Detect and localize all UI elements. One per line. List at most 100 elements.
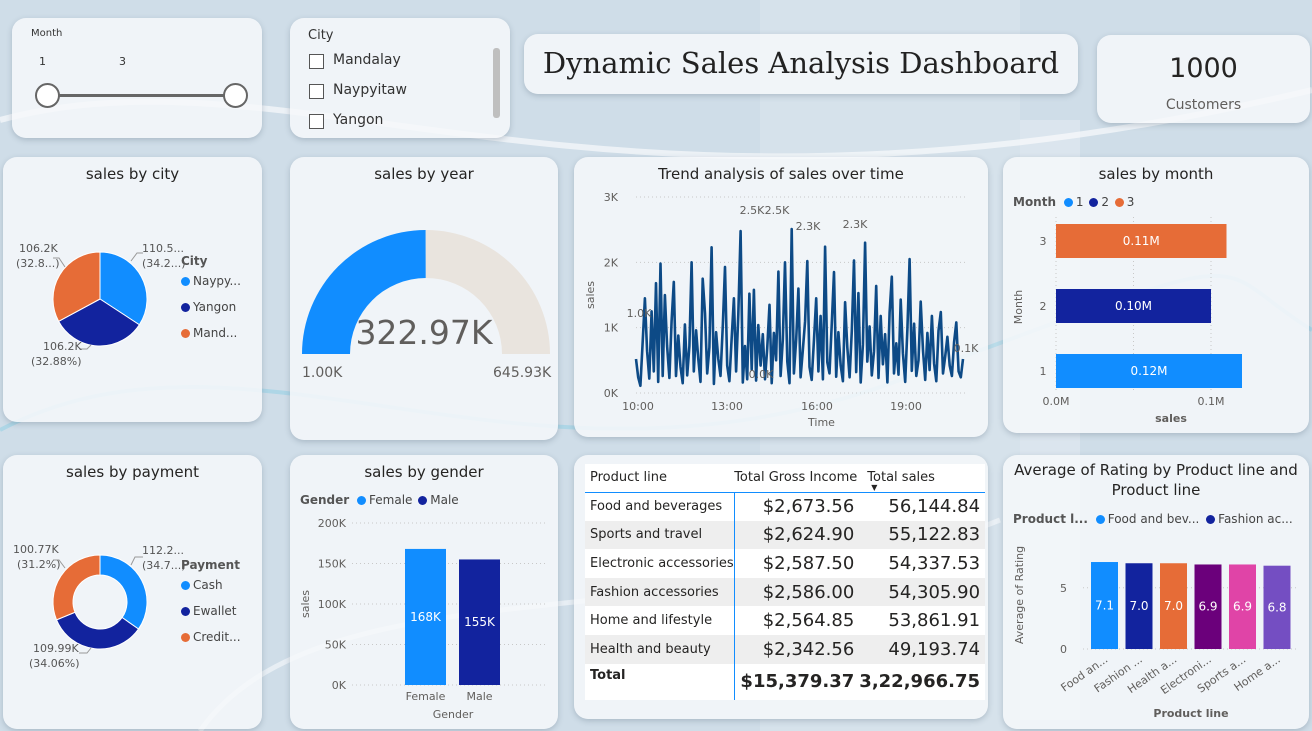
cell-gross-income: $2,673.56 [762, 496, 855, 518]
header-product-line[interactable]: Product line [585, 464, 734, 492]
payment-slice-value: 109.99K [33, 642, 79, 655]
legend-label: Cash [193, 578, 223, 592]
y-axis-title: sales [584, 281, 597, 309]
sales-by-gender-bar-chart[interactable]: 0K 50K 100K 150K 200K 168K Female 155K Male Gende… [290, 455, 558, 729]
y-tick-label: 50K [325, 639, 347, 652]
cell-total-sales: 55,122.83 [888, 524, 981, 546]
payment-legend-item-ewallet[interactable]: Ewallet [181, 598, 241, 624]
bar-data-label: 0.10M [1115, 299, 1152, 313]
city-legend-item-yangon[interactable]: Yangon [181, 294, 241, 320]
data-label: 1.0K [627, 307, 652, 320]
table-row[interactable]: Health and beauty $2,342.56 49,193.74 [585, 634, 986, 664]
city-legend: City Naypy... Yangon Mand... [181, 254, 241, 346]
checkbox-mandalay[interactable] [309, 54, 324, 69]
month-slicer: Month 1 3 [12, 18, 262, 138]
legend-label: Ewallet [193, 604, 237, 618]
x-tick-label: Female [406, 690, 446, 703]
city-legend-title: City [181, 254, 208, 268]
payment-slice-value: 112.2... [142, 544, 184, 557]
product-line-table-card: Product line Total Gross Income Total sa… [574, 455, 988, 719]
dashboard-title: Dynamic Sales Analysis Dashboard [542, 46, 1060, 80]
y-tick-label: 0K [604, 387, 619, 400]
sales-by-month-bar-chart[interactable]: 0.11M 3 0.10M 2 0.12M 1 0.0M 0.1M sales Month [1003, 157, 1309, 433]
checkbox-yangon[interactable] [309, 114, 324, 129]
city-slice-label-naypyitaw: 110.5... (34.2...) [142, 241, 186, 271]
sales-by-gender-card: sales by gender Gender Female Male 0K 50K… [290, 455, 558, 729]
legend-dot [181, 303, 190, 312]
city-slicer: City Mandalay Naypyitaw Yangon [290, 18, 510, 138]
legend-dot [181, 581, 190, 590]
bar-data-label: 7.0 [1129, 599, 1148, 613]
x-axis-title: Product line [1153, 707, 1228, 720]
legend-dot [181, 329, 190, 338]
gauge-min-label: 1.00K [302, 365, 343, 381]
header-total-gross-income[interactable]: Total Gross Income [734, 464, 859, 492]
table-row[interactable]: Sports and travel $2,624.90 55,122.83 [585, 520, 986, 550]
city-slice-label-mandalay: 106.2K (32.8...) [16, 241, 60, 271]
table-row[interactable]: Food and beverages $2,673.56 56,144.84 [585, 492, 986, 521]
payment-slice-percent: (34.7...) [142, 559, 186, 572]
cell-total-sales: 53,861.91 [888, 610, 981, 632]
legend-dot [181, 277, 190, 286]
cell-product-line: Electronic accessories [585, 549, 735, 578]
month-slider-min-handle[interactable] [35, 83, 60, 108]
city-option-naypyitaw[interactable]: Naypyitaw [333, 82, 407, 98]
city-slice-percent: (32.88%) [31, 355, 82, 368]
trend-line-chart[interactable]: 0K 1K 2K 3K 10:00 13:00 16:00 19:00 sales Time 1.0… [574, 157, 988, 437]
payment-legend-item-credit[interactable]: Credit... [181, 624, 241, 650]
sales-trend-line[interactable] [634, 227, 965, 388]
table-row[interactable]: Fashion accessories $2,586.00 54,305.90 [585, 577, 986, 607]
y-axis-title: Average of Rating [1013, 546, 1026, 644]
bar-data-label: 6.8 [1267, 600, 1286, 614]
data-label: 2.5K [740, 204, 765, 217]
cell-total-sales: 54,337.53 [888, 552, 981, 574]
legend-dot [181, 633, 190, 642]
average-rating-bar-chart[interactable]: 057.1Food an...7.0Fashion ...7.0Health a… [1003, 455, 1309, 729]
total-sales: 3,22,966.75 [859, 671, 981, 693]
sales-by-year-card: sales by year 322.97K 1.00K 645.93K [290, 157, 558, 440]
header-total-sales[interactable]: Total sales ▼ [859, 464, 985, 492]
y-tick-label: 100K [318, 598, 347, 611]
data-label: 0.0K [749, 368, 774, 381]
payment-slice-label-credit: 100.77K (31.2%) [13, 542, 61, 572]
y-tick-label: 5 [1060, 582, 1067, 595]
customers-kpi-value: 1000 [1169, 53, 1238, 84]
average-rating-card: Average of Rating by Product line and Pr… [1003, 455, 1309, 729]
customers-kpi-card: 1000 Customers [1097, 35, 1310, 123]
cell-total-sales: 49,193.74 [888, 638, 981, 660]
table-row[interactable]: Electronic accessories $2,587.50 54,337.53 [585, 549, 986, 578]
city-option-yangon[interactable]: Yangon [333, 112, 383, 128]
city-slicer-scrollbar[interactable] [493, 48, 500, 118]
bar-data-label: 7.1 [1095, 599, 1114, 613]
bar-data-label: 6.9 [1233, 600, 1252, 614]
month-slider-max-handle[interactable] [223, 83, 248, 108]
cell-product-line: Health and beauty [585, 634, 735, 664]
city-slice-value: 110.5... [142, 242, 184, 255]
city-slice-percent: (32.8...) [16, 257, 60, 270]
city-legend-item-naypyitaw[interactable]: Naypy... [181, 268, 241, 294]
x-tick-label: 16:00 [801, 400, 833, 413]
checkbox-naypyitaw[interactable] [309, 84, 324, 99]
gauge-max-label: 645.93K [493, 365, 552, 381]
month-slider-track[interactable] [48, 94, 236, 97]
bar-data-label: 6.9 [1198, 600, 1217, 614]
cell-product-line: Food and beverages [585, 492, 735, 521]
total-gross-income: $15,379.37 [740, 671, 855, 693]
legend-label: Naypy... [193, 274, 241, 288]
cell-gross-income: $2,342.56 [762, 638, 855, 660]
table-row[interactable]: Home and lifestyle $2,564.85 53,861.91 [585, 606, 986, 635]
payment-legend: Payment Cash Ewallet Credit... [181, 558, 241, 650]
cell-product-line: Sports and travel [585, 520, 735, 550]
x-axis-title: Time [807, 416, 835, 429]
gauge-value: 322.97K [355, 313, 493, 352]
sales-by-year-gauge[interactable] [290, 157, 558, 440]
city-slicer-label: City [308, 28, 334, 43]
bar-data-label: 0.11M [1123, 234, 1160, 248]
city-legend-item-mandalay[interactable]: Mand... [181, 320, 241, 346]
legend-label: Yangon [193, 300, 237, 314]
city-option-mandalay[interactable]: Mandalay [333, 52, 401, 68]
payment-legend-item-cash[interactable]: Cash [181, 572, 241, 598]
total-label: Total [585, 663, 735, 700]
bar-data-label: 0.12M [1130, 364, 1167, 378]
x-tick-label: 10:00 [622, 400, 654, 413]
